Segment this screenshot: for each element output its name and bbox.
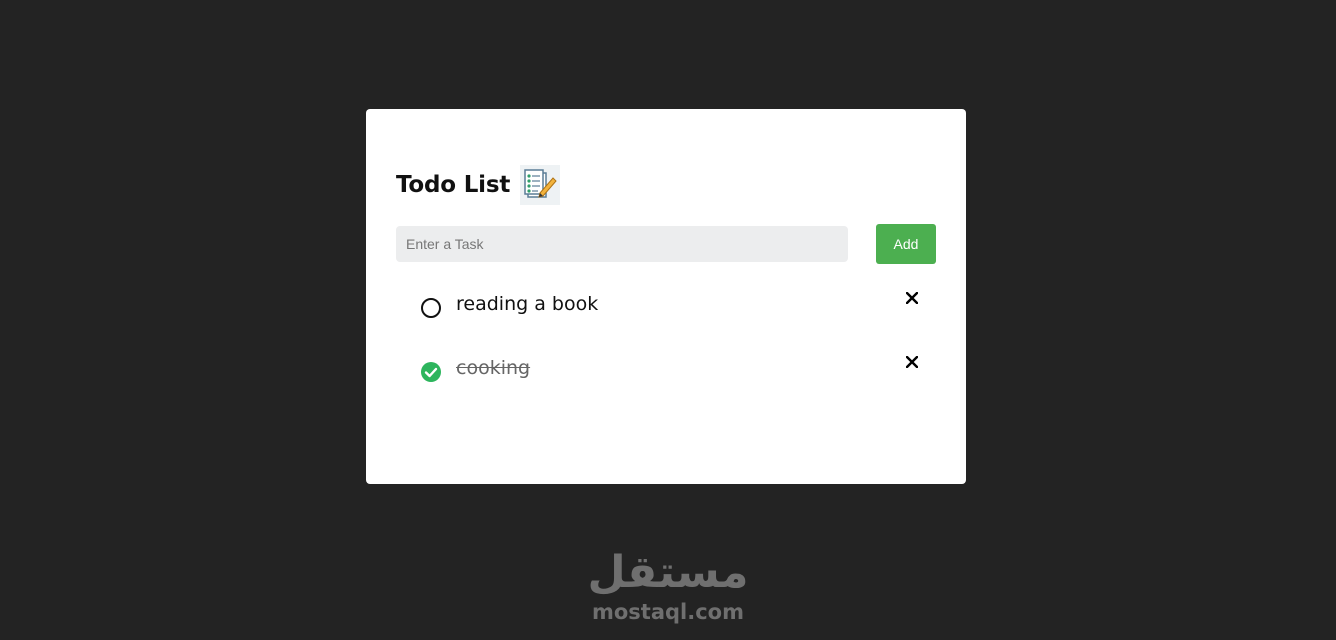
watermark-latin: mostaql.com — [592, 600, 744, 624]
todo-card: Todo List Add — [366, 109, 966, 484]
task-input[interactable] — [396, 226, 848, 262]
checked-circle-icon[interactable] — [420, 361, 442, 383]
list-item[interactable]: cooking — [396, 343, 936, 407]
watermark-arabic: مستقل — [587, 547, 749, 598]
unchecked-circle-icon[interactable] — [420, 297, 442, 319]
page-title: Todo List — [396, 172, 511, 198]
header: Todo List — [396, 165, 561, 205]
list-item[interactable]: reading a book — [396, 279, 936, 343]
watermark-logo: مستقل mostaql.com — [0, 547, 1336, 625]
close-icon[interactable] — [902, 288, 922, 308]
task-text: reading a book — [456, 293, 599, 315]
notepad-pencil-icon — [520, 165, 561, 205]
add-button[interactable]: Add — [876, 224, 936, 264]
task-input-row: Add — [396, 224, 936, 264]
task-text: cooking — [456, 357, 531, 379]
task-list: reading a book cooking — [396, 279, 936, 407]
close-icon[interactable] — [902, 352, 922, 372]
